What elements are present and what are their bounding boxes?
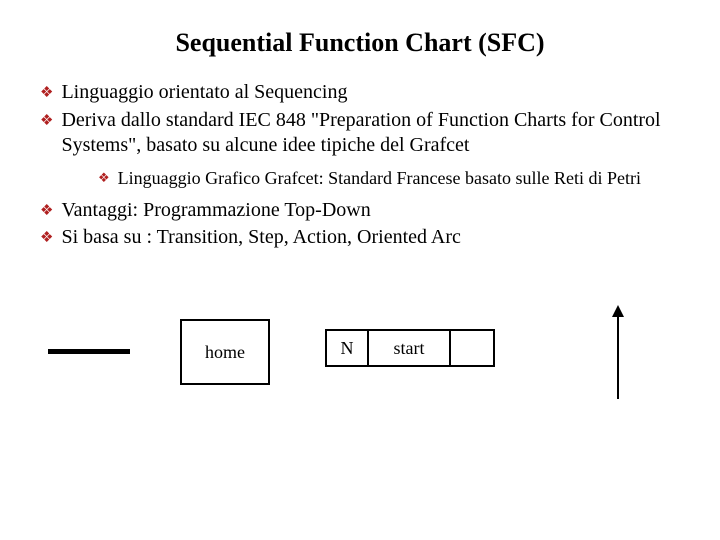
arrow-line — [617, 313, 619, 399]
bullet-list: ❖ Linguaggio orientato al Sequencing ❖ D… — [40, 80, 680, 251]
bullet-text: Linguaggio orientato al Sequencing — [61, 80, 680, 106]
diamond-bullet-icon: ❖ — [40, 229, 53, 248]
oriented-arc — [610, 305, 626, 400]
action-name: start — [367, 329, 449, 367]
list-item: ❖ Linguaggio Grafico Grafcet: Standard F… — [98, 167, 680, 190]
bullet-text: Deriva dallo standard IEC 848 "Preparati… — [61, 108, 680, 159]
step-box: home — [180, 319, 270, 385]
bullet-text: Vantaggi: Programmazione Top-Down — [61, 198, 680, 224]
diamond-bullet-icon: ❖ — [40, 84, 53, 103]
bullet-text: Si basa su : Transition, Step, Action, O… — [61, 225, 680, 251]
diamond-bullet-icon: ❖ — [40, 112, 53, 131]
list-item: ❖ Deriva dallo standard IEC 848 "Prepara… — [40, 108, 680, 159]
diamond-bullet-icon: ❖ — [40, 202, 53, 221]
list-item: ❖ Linguaggio orientato al Sequencing — [40, 80, 680, 106]
action-block: N start — [325, 329, 495, 367]
transition-symbol — [48, 349, 130, 354]
action-qualifier: N — [325, 329, 367, 367]
sfc-diagram: home N start — [40, 301, 680, 441]
list-item: ❖ Vantaggi: Programmazione Top-Down — [40, 198, 680, 224]
bullet-text: Linguaggio Grafico Grafcet: Standard Fra… — [118, 167, 680, 190]
step-label: home — [205, 342, 245, 363]
slide: Sequential Function Chart (SFC) ❖ Lingua… — [0, 0, 720, 441]
list-item: ❖ Si basa su : Transition, Step, Action,… — [40, 225, 680, 251]
action-indicator — [449, 329, 495, 367]
slide-title: Sequential Function Chart (SFC) — [40, 28, 680, 58]
diamond-bullet-icon: ❖ — [98, 170, 110, 187]
